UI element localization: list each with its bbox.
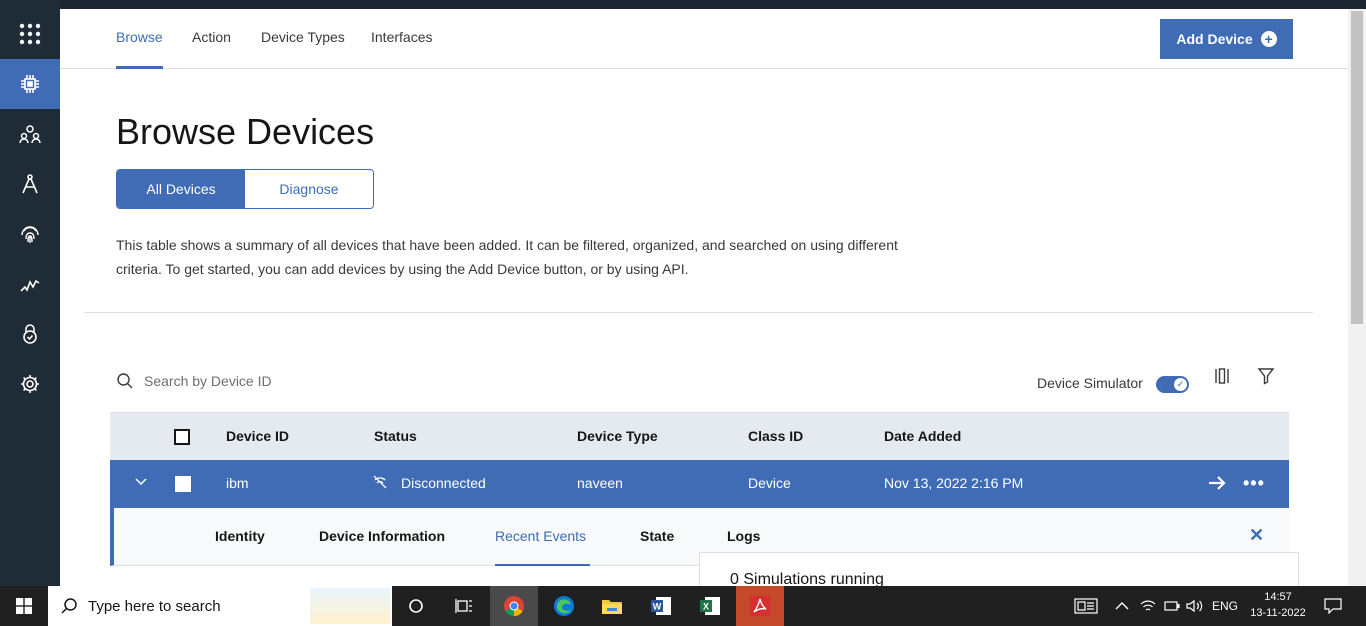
search-icon <box>117 373 133 389</box>
select-all-checkbox[interactable] <box>174 429 190 445</box>
plus-circle-icon: + <box>1260 31 1277 47</box>
column-class-id[interactable]: Class ID <box>748 428 803 444</box>
overflow-menu-icon[interactable]: ••• <box>1243 473 1265 494</box>
search-input[interactable] <box>144 373 444 389</box>
tab-action[interactable]: Action <box>192 29 231 69</box>
taskbar-clock[interactable]: 14:57 13-11-2022 <box>1248 589 1308 621</box>
segment-diagnose[interactable]: Diagnose <box>245 170 373 208</box>
page-description: This table shows a summary of all device… <box>116 233 916 281</box>
table-row[interactable]: ibm Disconnected naveen Device Nov 13, 2… <box>110 460 1289 508</box>
column-date-added[interactable]: Date Added <box>884 428 961 444</box>
detail-tab-logs[interactable]: Logs <box>727 528 760 544</box>
scrollbar-thumb[interactable] <box>1351 11 1363 324</box>
excel-icon[interactable]: X <box>686 586 734 626</box>
view-switcher: All Devices Diagnose <box>116 169 374 209</box>
clock-time: 14:57 <box>1264 591 1292 603</box>
news-icon[interactable] <box>1074 586 1098 626</box>
fingerprint-icon <box>21 226 39 243</box>
detail-tab-recent-events[interactable]: Recent Events <box>495 528 590 566</box>
column-device-id[interactable]: Device ID <box>226 428 289 444</box>
sidebar-item-rules[interactable] <box>0 309 60 359</box>
description-line-2: criteria. To get started, you can add de… <box>116 261 689 277</box>
detail-tab-identity[interactable]: Identity <box>215 528 265 544</box>
cortana-icon[interactable] <box>392 586 440 626</box>
page-title: Browse Devices <box>116 111 375 152</box>
device-simulator-toggle[interactable]: ✓ <box>1156 376 1189 393</box>
windows-start-icon[interactable] <box>0 586 48 626</box>
top-tabs: Browse Action Device Types Interfaces Ad… <box>60 9 1348 69</box>
row-checkbox[interactable] <box>175 476 191 492</box>
users-icon <box>19 125 41 144</box>
cell-device-id: ibm <box>226 475 249 491</box>
notifications-icon[interactable] <box>1324 586 1342 626</box>
sidebar-item-usage[interactable] <box>0 259 60 309</box>
devices-table: Device ID Status Device Type Class ID Da… <box>110 412 1289 566</box>
close-icon[interactable]: ✕ <box>1249 525 1264 546</box>
tab-interfaces[interactable]: Interfaces <box>371 29 432 69</box>
table-header: Device ID Status Device Type Class ID Da… <box>110 412 1289 460</box>
edge-icon[interactable] <box>540 586 588 626</box>
simulator-panel: 0 Simulations running <box>699 552 1299 586</box>
cell-class-id: Device <box>748 475 791 491</box>
acrobat-icon[interactable] <box>736 586 784 626</box>
check-icon: ✓ <box>1174 378 1187 391</box>
search-bar <box>116 369 516 393</box>
wifi-icon[interactable] <box>1140 586 1156 626</box>
disconnected-icon <box>373 475 387 494</box>
sidebar-item-members[interactable] <box>0 109 60 159</box>
description-line-1: This table shows a summary of all device… <box>116 237 898 253</box>
page-scrollbar[interactable] <box>1348 9 1366 586</box>
tab-browse[interactable]: Browse <box>116 29 163 69</box>
detail-tab-device-information[interactable]: Device Information <box>319 528 445 544</box>
windows-taskbar: Type here to search W X ENG 14:57 13-11-… <box>0 586 1366 626</box>
lock-check-icon <box>23 324 37 344</box>
volume-icon[interactable] <box>1186 586 1204 626</box>
search-icon <box>61 598 77 614</box>
taskbar-search[interactable]: Type here to search <box>48 586 392 626</box>
filter-icon[interactable] <box>1255 365 1277 387</box>
detail-tab-state[interactable]: State <box>640 528 674 544</box>
chevron-up-icon[interactable] <box>1115 586 1129 626</box>
sidebar-item-security[interactable] <box>0 209 60 259</box>
app-switcher-icon[interactable] <box>0 9 60 59</box>
device-simulator-label: Device Simulator <box>1037 375 1143 391</box>
add-device-button[interactable]: Add Device + <box>1160 19 1293 59</box>
main-content: Browse Action Device Types Interfaces Ad… <box>60 9 1348 586</box>
chip-icon <box>21 75 39 93</box>
arrow-right-icon[interactable] <box>1208 475 1226 496</box>
tab-device-types[interactable]: Device Types <box>261 29 345 69</box>
clock-date: 13-11-2022 <box>1250 607 1306 619</box>
word-icon[interactable]: W <box>637 586 685 626</box>
chrome-icon[interactable] <box>490 586 538 626</box>
simulator-status: 0 Simulations running <box>730 571 884 586</box>
cell-status: Disconnected <box>401 475 486 491</box>
battery-icon[interactable] <box>1164 586 1180 626</box>
sidebar-item-devices[interactable] <box>0 59 60 109</box>
sidebar-item-apps[interactable] <box>0 159 60 209</box>
task-view-icon[interactable] <box>440 586 488 626</box>
svg-text:W: W <box>653 602 662 612</box>
sidebar <box>0 0 60 586</box>
divider <box>84 312 1313 313</box>
add-device-label: Add Device <box>1176 31 1253 47</box>
sidebar-item-settings[interactable] <box>0 359 60 409</box>
top-strip <box>0 0 1366 9</box>
search-highlight-image <box>310 588 390 624</box>
activity-icon <box>20 279 40 292</box>
column-device-type[interactable]: Device Type <box>577 428 658 444</box>
language-indicator[interactable]: ENG <box>1212 586 1238 626</box>
compass-icon <box>22 174 38 194</box>
file-explorer-icon[interactable] <box>588 586 636 626</box>
columns-icon[interactable] <box>1211 365 1233 387</box>
svg-text:X: X <box>703 602 709 612</box>
chevron-down-icon[interactable] <box>134 474 148 493</box>
gear-icon <box>21 375 39 393</box>
cell-device-type: naveen <box>577 475 623 491</box>
cell-date-added: Nov 13, 2022 2:16 PM <box>884 475 1024 491</box>
segment-all-devices[interactable]: All Devices <box>117 170 245 208</box>
taskbar-search-placeholder: Type here to search <box>88 597 221 615</box>
column-status[interactable]: Status <box>374 428 417 444</box>
